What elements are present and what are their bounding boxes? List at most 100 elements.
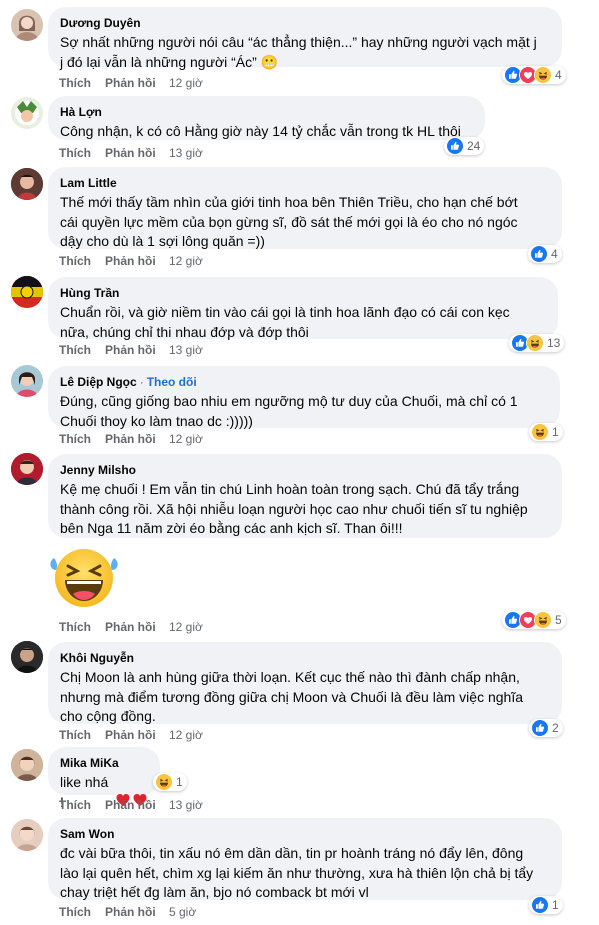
reaction-summary[interactable]: 24 [444, 137, 485, 155]
timestamp[interactable]: 13 giờ [169, 343, 203, 357]
comment-actions: Thích Phản hồi 13 giờ [59, 798, 203, 812]
like-button[interactable]: Thích [59, 254, 105, 268]
comment-bubble: Jenny Milsho Kệ mẹ chuối ! Em vẫn tin ch… [48, 454, 562, 538]
reaction-count: 1 [552, 898, 559, 912]
reaction-count: 1 [176, 775, 183, 789]
reaction-count: 2 [552, 721, 559, 735]
like-button[interactable]: Thích [59, 728, 105, 742]
avatar[interactable] [11, 453, 43, 485]
reaction-summary[interactable]: 1 [529, 423, 563, 441]
reply-button[interactable]: Phản hồi [105, 905, 169, 919]
reply-button[interactable]: Phản hồi [105, 343, 169, 357]
reaction-summary[interactable]: 4 [502, 66, 566, 84]
reply-button[interactable]: Phản hồi [105, 798, 169, 812]
comment-actions: Thích Phản hồi 12 giờ [59, 620, 203, 634]
comment-actions: Thích Phản hồi 13 giờ [59, 146, 203, 160]
avatar[interactable] [11, 641, 43, 673]
laughing-sticker [48, 546, 120, 610]
reply-button[interactable]: Phản hồi [105, 432, 169, 446]
reaction-count: 13 [547, 336, 561, 350]
comment-text: Thế mới thấy tầm nhìn của giới tinh hoa … [60, 194, 518, 249]
timestamp[interactable]: 12 giờ [169, 254, 203, 268]
like-button[interactable]: Thích [59, 343, 105, 357]
comment-text: đc vài bữa thôi, tin xấu nó êm dần dần, … [60, 845, 534, 900]
comment-text: Sợ nhất những người nói câu “ác thẳng th… [60, 34, 537, 70]
like-button[interactable]: Thích [59, 620, 105, 634]
timestamp[interactable]: 12 giờ [169, 76, 203, 90]
commenter-name[interactable]: Lam Little [60, 175, 117, 191]
comment-bubble: Lam Little Thế mới thấy tầm nhìn của giớ… [48, 167, 562, 249]
commenter-name[interactable]: Khôi Nguyễn [60, 650, 134, 666]
commenter-name[interactable]: Jenny Milsho [60, 462, 136, 478]
like-button[interactable]: Thích [59, 432, 105, 446]
avatar[interactable] [11, 819, 43, 851]
like-button[interactable]: Thích [59, 798, 105, 812]
follow-link[interactable]: Theo dõi [147, 374, 197, 390]
like-icon [531, 719, 549, 737]
comment-actions: Thích Phản hồi 5 giờ [59, 905, 196, 919]
haha-icon [534, 611, 552, 629]
reaction-summary[interactable]: 13 [509, 334, 565, 352]
commenter-name[interactable]: Sam Won [60, 826, 114, 842]
comment-bubble: Sam Won đc vài bữa thôi, tin xấu nó êm d… [48, 818, 562, 900]
reply-button[interactable]: Phản hồi [105, 620, 169, 634]
avatar[interactable] [11, 365, 43, 397]
timestamp[interactable]: 13 giờ [169, 798, 203, 812]
like-icon [531, 896, 549, 914]
reaction-count: 5 [555, 613, 562, 627]
comment-actions: Thích Phản hồi 12 giờ [59, 432, 203, 446]
haha-icon [534, 66, 552, 84]
haha-icon [526, 334, 544, 352]
haha-icon [531, 423, 549, 441]
reaction-summary[interactable]: 2 [529, 719, 563, 737]
comment-actions: Thích Phản hồi 12 giờ [59, 76, 203, 90]
reaction-summary[interactable]: 1 [529, 896, 563, 914]
reaction-count: 1 [552, 425, 559, 439]
avatar[interactable] [11, 276, 43, 308]
like-icon [530, 245, 548, 263]
like-icon [446, 137, 464, 155]
comment-bubble: Dương Duyên Sợ nhất những người nói câu … [48, 7, 562, 70]
comment-bubble: Mika MiKa like nhá ! [48, 747, 160, 810]
reply-button[interactable]: Phản hồi [105, 728, 169, 742]
haha-icon [155, 773, 173, 791]
comment-bubble: Hùng Trần Chuẩn rồi, và giờ niềm tin vào… [48, 277, 558, 340]
like-button[interactable]: Thích [59, 76, 105, 90]
reaction-count: 4 [555, 68, 562, 82]
comment-text: Kệ mẹ chuối ! Em vẫn tin chú Linh hoàn t… [60, 481, 528, 536]
comment-actions: Thích Phản hồi 12 giờ [59, 728, 203, 742]
comment-bubble: Hà Lợn Công nhận, k có cô Hằng giờ này 1… [48, 96, 485, 140]
timestamp[interactable]: 5 giờ [169, 905, 196, 919]
timestamp[interactable]: 13 giờ [169, 146, 203, 160]
reply-button[interactable]: Phản hồi [105, 254, 169, 268]
avatar[interactable] [11, 97, 43, 129]
avatar[interactable] [11, 749, 43, 781]
reaction-summary[interactable]: 5 [502, 611, 566, 629]
commenter-name[interactable]: Hùng Trần [60, 285, 119, 301]
reaction-count: 24 [467, 139, 481, 153]
commenter-name[interactable]: Lê Diệp Ngọc [60, 374, 137, 390]
comment-text: Công nhận, k có cô Hằng giờ này 14 tỷ ch… [60, 123, 461, 139]
avatar[interactable] [11, 9, 43, 41]
commenter-name[interactable]: Dương Duyên [60, 15, 141, 31]
reaction-summary[interactable]: 1 [153, 773, 187, 791]
comment-text: Đúng, cũng giống bao nhiu em ngưỡng mộ t… [60, 393, 518, 429]
commenter-name[interactable]: Hà Lợn [60, 104, 102, 120]
reply-button[interactable]: Phản hồi [105, 76, 169, 90]
comment-actions: Thích Phản hồi 13 giờ [59, 343, 203, 357]
comment-text: Chị Moon là anh hùng giữa thời loạn. Kết… [60, 669, 524, 724]
like-button[interactable]: Thích [59, 905, 105, 919]
like-button[interactable]: Thích [59, 146, 105, 160]
timestamp[interactable]: 12 giờ [169, 432, 203, 446]
comment-text: Chuẩn rồi, và giờ niềm tin vào cái gọi l… [60, 304, 510, 340]
comment-actions: Thích Phản hồi 12 giờ [59, 254, 203, 268]
timestamp[interactable]: 12 giờ [169, 620, 203, 634]
avatar[interactable] [11, 168, 43, 200]
reaction-summary[interactable]: 4 [528, 245, 562, 263]
comment-bubble: Khôi Nguyễn Chị Moon là anh hùng giữa th… [48, 642, 562, 724]
reply-button[interactable]: Phản hồi [105, 146, 169, 160]
commenter-name[interactable]: Mika MiKa [60, 755, 119, 771]
reaction-count: 4 [551, 247, 558, 261]
comment-bubble: Lê Diệp Ngọc · Theo dõi Đúng, cũng giống b… [48, 366, 560, 429]
timestamp[interactable]: 12 giờ [169, 728, 203, 742]
